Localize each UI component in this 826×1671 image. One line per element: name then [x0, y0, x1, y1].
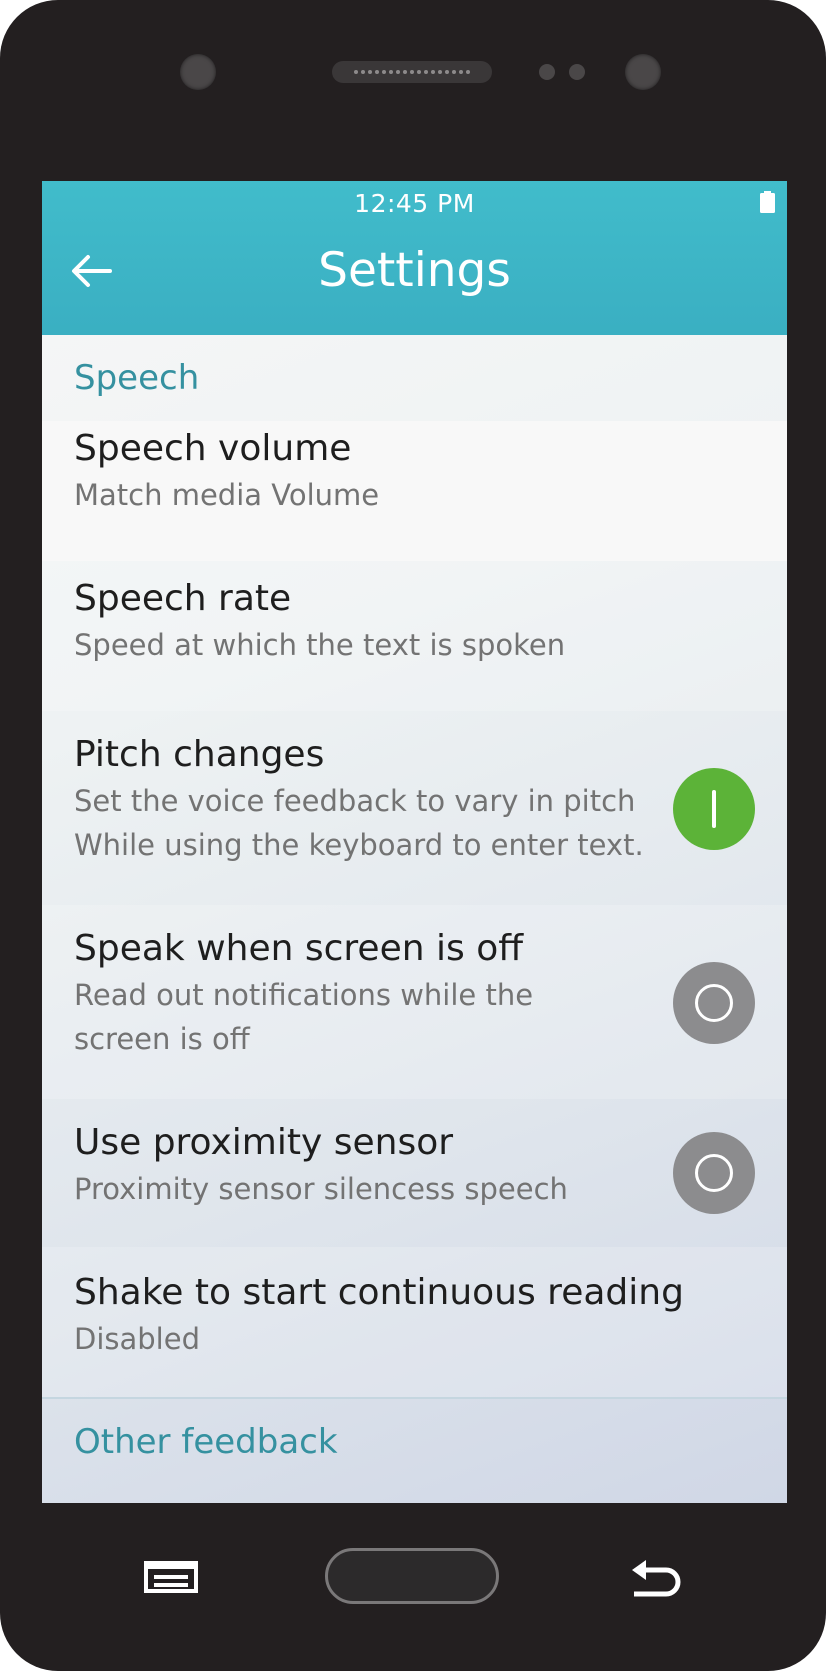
toggle-on-icon	[712, 790, 716, 828]
settings-list: Speech Speech volume Match media Volume …	[42, 335, 787, 1489]
proximity-sensor	[539, 64, 555, 80]
setting-subtitle: Disabled	[74, 1322, 200, 1356]
setting-title: Speak when screen is off	[74, 928, 524, 969]
setting-subtitle: Read out notifications while the screen …	[74, 973, 647, 1061]
menu-icon[interactable]	[144, 1561, 198, 1593]
setting-subtitle: Proximity sensor silencess speech	[74, 1172, 568, 1206]
page-title: Settings	[318, 243, 511, 298]
setting-speech-volume[interactable]: Speech volume Match media Volume	[42, 421, 787, 561]
setting-title: Use proximity sensor	[74, 1122, 454, 1163]
back-arrow-icon[interactable]	[628, 1558, 682, 1598]
pitch-changes-toggle[interactable]	[673, 768, 755, 850]
toggle-off-icon	[695, 1154, 733, 1192]
subtitle-line: Read out notifications while the	[74, 978, 534, 1012]
subtitle-line: Set the voice feedback to vary in pitch	[74, 784, 636, 818]
setting-speech-rate[interactable]: Speech rate Speed at which the text is s…	[42, 561, 787, 711]
status-time: 12:45 PM	[354, 189, 475, 218]
setting-pitch-changes[interactable]: Pitch changes Set the voice feedback to …	[42, 711, 787, 905]
light-sensor	[569, 64, 585, 80]
setting-speak-when-screen-off[interactable]: Speak when screen is off Read out notifi…	[42, 905, 787, 1099]
setting-subtitle: Match media Volume	[74, 478, 380, 512]
speak-screen-off-toggle[interactable]	[673, 962, 755, 1044]
setting-title: Shake to start continuous reading	[74, 1272, 684, 1313]
setting-subtitle: Set the voice feedback to vary in pitch …	[74, 779, 647, 867]
setting-shake-to-read[interactable]: Shake to start continuous reading Disabl…	[42, 1247, 787, 1397]
section-header-speech: Speech	[74, 358, 200, 398]
front-camera	[180, 54, 216, 90]
home-button[interactable]	[325, 1548, 499, 1604]
setting-title: Speech volume	[74, 428, 352, 469]
section-header-other-feedback: Other feedback	[74, 1422, 338, 1462]
app-bar: 12:45 PM Settings	[42, 181, 787, 335]
battery-full-icon	[760, 191, 775, 213]
proximity-sensor-toggle[interactable]	[673, 1132, 755, 1214]
subtitle-line: screen is off	[74, 1022, 250, 1056]
earpiece-speaker	[332, 61, 492, 83]
setting-title: Pitch changes	[74, 734, 325, 775]
subtitle-line: While using the keyboard to enter text.	[74, 828, 644, 862]
toggle-off-icon	[695, 984, 733, 1022]
setting-use-proximity-sensor[interactable]: Use proximity sensor Proximity sensor si…	[42, 1099, 787, 1247]
setting-subtitle: Speed at which the text is spoken	[74, 628, 566, 662]
screen: 12:45 PM Settings Speech Speech volume M…	[42, 181, 787, 1503]
setting-title: Speech rate	[74, 578, 292, 619]
secondary-camera	[625, 54, 661, 90]
phone-frame: 12:45 PM Settings Speech Speech volume M…	[0, 0, 826, 1671]
